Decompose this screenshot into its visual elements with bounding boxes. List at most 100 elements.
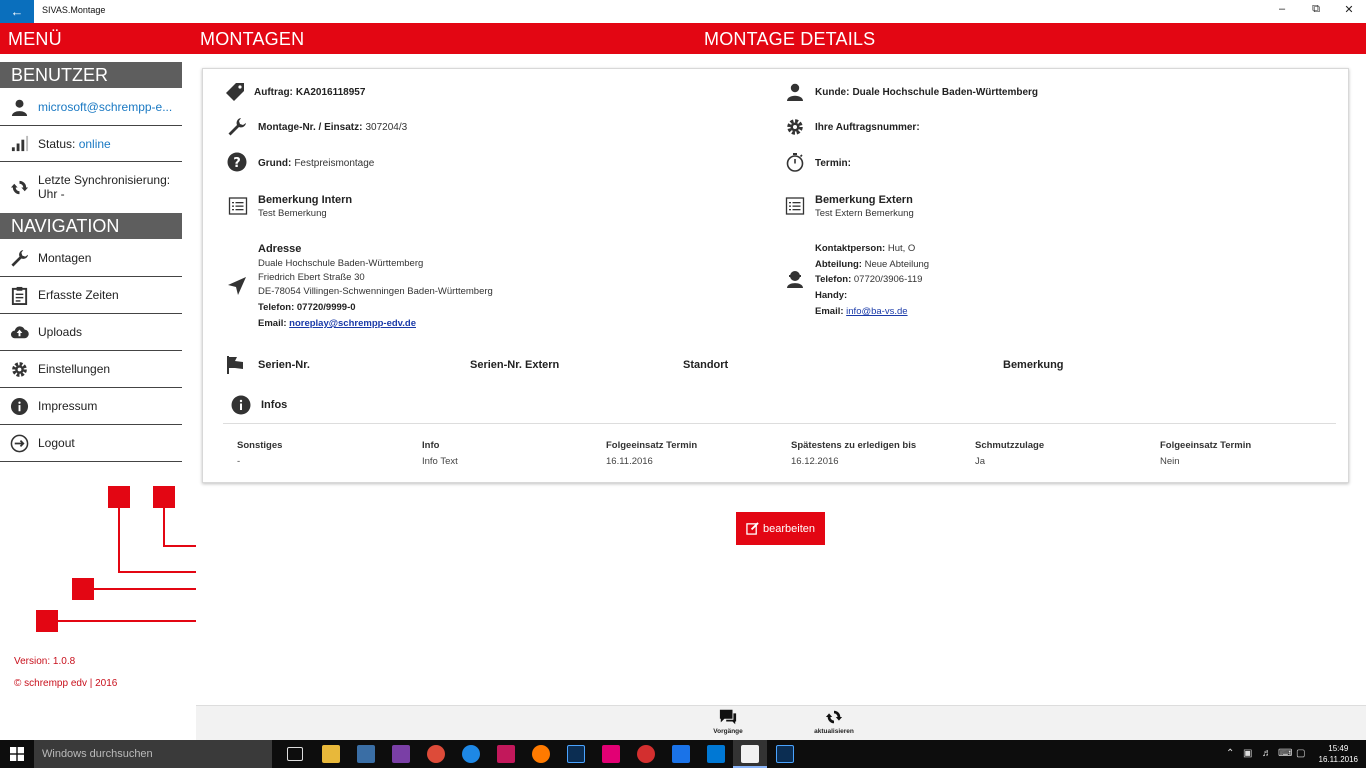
maximize-button[interactable]: ⧉ <box>1306 3 1326 16</box>
refresh-icon <box>825 710 843 724</box>
close-button[interactable]: ✕ <box>1339 3 1359 16</box>
infos-title: Infos <box>261 399 288 411</box>
montage-details-card: Auftrag: KA2016118957 Montage-Nr. / Einsa… <box>202 68 1349 483</box>
logout-icon <box>0 434 38 453</box>
user-email: microsoft@schrempp-e... <box>38 100 173 114</box>
notes-icon <box>785 196 805 216</box>
app-icon[interactable] <box>637 745 655 763</box>
edge-icon[interactable] <box>462 745 480 763</box>
bottom-app-bar: Vorgänge aktualisieren <box>196 705 1366 740</box>
app-header: MENÜ MONTAGEN MONTAGE DETAILS <box>0 23 1366 54</box>
info-value-schmutzzulage: Ja <box>975 456 986 467</box>
status-row: Status: online <box>0 126 182 162</box>
grund-value: Festpreismontage <box>294 158 375 169</box>
version-label: Version: 1.0.8 <box>14 656 76 667</box>
nav-item-montagen[interactable]: Montagen <box>0 240 182 277</box>
info-header-sonstiges: Sonstiges <box>237 440 283 451</box>
outlook-icon[interactable] <box>707 745 725 763</box>
adresse-title: Adresse <box>258 243 302 255</box>
tray-keyboard-icon[interactable]: ⌨ <box>1278 748 1292 759</box>
sivas-app-icon[interactable] <box>741 745 759 763</box>
signal-icon <box>0 134 38 153</box>
nav-item-impressum[interactable]: Impressum <box>0 388 182 425</box>
tray-network-icon[interactable]: ▣ <box>1243 748 1252 759</box>
tray-notifications-icon[interactable]: ▢ <box>1296 748 1305 759</box>
nav-item-logout[interactable]: Logout <box>0 425 182 462</box>
firefox-icon[interactable] <box>532 745 550 763</box>
kontakt-person-value: Hut, O <box>887 243 916 254</box>
menu-title[interactable]: MENÜ <box>8 29 62 50</box>
navigation-arrow-icon <box>227 276 247 296</box>
nav-item-erfasste-zeiten[interactable]: Erfasste Zeiten <box>0 277 182 314</box>
vorgaenge-button[interactable]: Vorgänge <box>698 708 758 735</box>
section-title: MONTAGEN <box>200 29 305 49</box>
nav-label: Erfasste Zeiten <box>38 288 119 302</box>
back-button[interactable]: ← <box>0 0 34 23</box>
sync-row[interactable]: Letzte Synchronisierung: Uhr - <box>0 162 182 212</box>
kontakt-telefon-label: Telefon: <box>815 274 852 285</box>
termin-label: Termin: <box>815 158 851 169</box>
navigation-heading: NAVIGATION <box>0 213 182 239</box>
task-view-icon[interactable] <box>287 747 303 761</box>
window-title: SIVAS.Montage <box>42 5 106 15</box>
kontakt-abteilung-label: Abteilung: <box>815 259 862 270</box>
circuit-logo <box>36 486 196 632</box>
sync-value: Uhr - <box>38 187 65 201</box>
taskbar-clock[interactable]: 15:49 16.11.2016 <box>1319 743 1358 765</box>
person-icon <box>785 82 805 102</box>
info-icon <box>231 395 251 415</box>
aktualisieren-button[interactable]: aktualisieren <box>804 708 864 735</box>
kontakt-telefon-value: 07720/3906-119 <box>853 274 923 285</box>
grund-field: Grund: Festpreismontage <box>258 158 374 169</box>
grund-label: Grund: <box>258 158 292 169</box>
sidebar: BENUTZER microsoft@schrempp-e... Status:… <box>0 54 196 707</box>
file-explorer-icon[interactable] <box>322 745 340 763</box>
gear-icon <box>0 360 38 379</box>
chat-icon <box>719 709 737 725</box>
edit-icon <box>746 522 759 535</box>
media-icon[interactable] <box>497 745 515 763</box>
minimize-button[interactable]: – <box>1272 3 1292 15</box>
adresse-email-link[interactable]: noreplay@schrempp-edv.de <box>289 318 416 329</box>
sync-label: Letzte Synchronisierung: <box>38 173 171 187</box>
edit-button[interactable]: bearbeiten <box>736 512 825 545</box>
start-button[interactable] <box>0 740 34 768</box>
status-value: online <box>78 136 111 151</box>
taskbar-search-input[interactable]: Windows durchsuchen <box>34 740 272 768</box>
visual-studio-icon[interactable] <box>392 745 410 763</box>
app-icon[interactable] <box>357 745 375 763</box>
nav-label: Logout <box>38 436 75 450</box>
kontakt-handy-label: Handy: <box>815 290 848 301</box>
vorgaenge-label: Vorgänge <box>713 728 743 735</box>
tray-volume-icon[interactable]: ♬ <box>1262 748 1272 759</box>
kontakt-email-link[interactable]: info@ba-vs.de <box>846 306 907 317</box>
column-serien-nr: Serien-Nr. <box>258 359 310 371</box>
clipboard-icon <box>0 286 38 305</box>
bemerkung-extern-title: Bemerkung Extern <box>815 194 913 206</box>
auftrag-value: KA2016118957 <box>295 87 366 98</box>
telekom-icon[interactable] <box>602 745 620 763</box>
bemerkung-extern-text: Test Extern Bemerkung <box>815 208 914 219</box>
svg-text:?: ? <box>233 156 241 171</box>
photoshop-icon[interactable] <box>567 745 585 763</box>
nav-label: Uploads <box>38 325 83 339</box>
nav-item-uploads[interactable]: Uploads <box>0 314 182 351</box>
montage-field: Montage-Nr. / Einsatz: 307204/3 <box>258 122 407 133</box>
auftrag-field: Auftrag: KA2016118957 <box>254 87 368 98</box>
info-header-schmutzzulage: Schmutzzulage <box>975 440 1045 451</box>
photoshop-icon[interactable] <box>776 745 794 763</box>
contact-person-icon <box>785 269 805 289</box>
nav-item-einstellungen[interactable]: Einstellungen <box>0 351 182 388</box>
bemerkung-intern-title: Bemerkung Intern <box>258 194 353 206</box>
edit-button-label: bearbeiten <box>763 522 815 535</box>
info-value-spaetestens: 16.12.2016 <box>791 456 839 467</box>
tray-chevron-icon[interactable]: ⌃ <box>1226 748 1234 759</box>
app-icon[interactable] <box>672 745 690 763</box>
user-row[interactable]: microsoft@schrempp-e... <box>0 89 182 126</box>
montage-value: 307204/3 <box>365 122 408 133</box>
chrome-icon[interactable] <box>427 745 445 763</box>
adresse-line1: Duale Hochschule Baden-Württemberg <box>258 258 424 269</box>
column-standort: Standort <box>683 359 729 371</box>
clock-date: 16.11.2016 <box>1318 755 1358 764</box>
aktualisieren-label: aktualisieren <box>814 728 854 735</box>
